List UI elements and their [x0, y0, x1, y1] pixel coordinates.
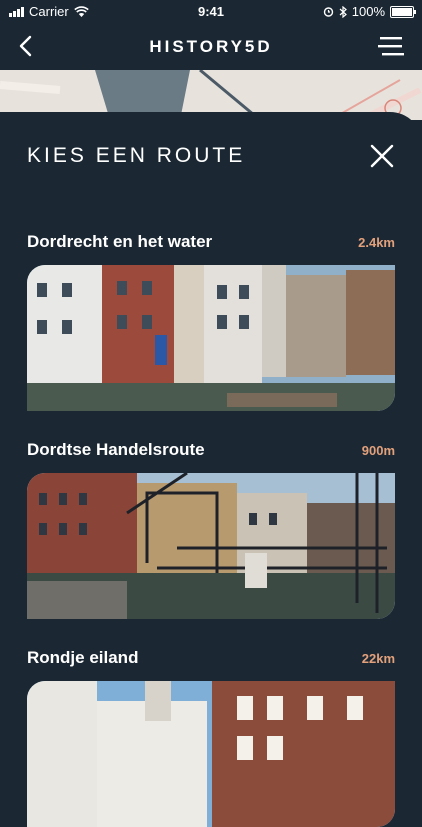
- bluetooth-icon: [339, 5, 347, 18]
- route-name: Rondje eiland: [27, 648, 139, 667]
- battery-icon: [390, 5, 416, 18]
- alarm-icon: [323, 7, 333, 17]
- route-name: Dordtse Handelsroute: [27, 440, 205, 459]
- navigation-bar: HISTORY5D: [0, 24, 422, 70]
- route-name: Dordrecht en het water: [27, 232, 213, 251]
- panel-title: KIES EEN ROUTE: [27, 144, 246, 167]
- menu-icon[interactable]: [378, 34, 404, 58]
- route-selector-panel: KIES EEN ROUTE Dordrecht en het water 2.…: [0, 112, 422, 827]
- route-distance: 900m: [361, 443, 395, 458]
- route-image: [27, 265, 395, 411]
- status-bar: Carrier 9:41 100%: [0, 0, 422, 24]
- route-distance: 22km: [361, 651, 395, 666]
- close-icon[interactable]: [370, 144, 394, 168]
- battery-label: 100%: [351, 4, 385, 19]
- app-title: HISTORY5D: [149, 37, 273, 56]
- route-image: [27, 473, 395, 619]
- route-distance: 2.4km: [358, 235, 395, 250]
- status-right: 100%: [323, 4, 416, 19]
- route-image: [27, 681, 395, 827]
